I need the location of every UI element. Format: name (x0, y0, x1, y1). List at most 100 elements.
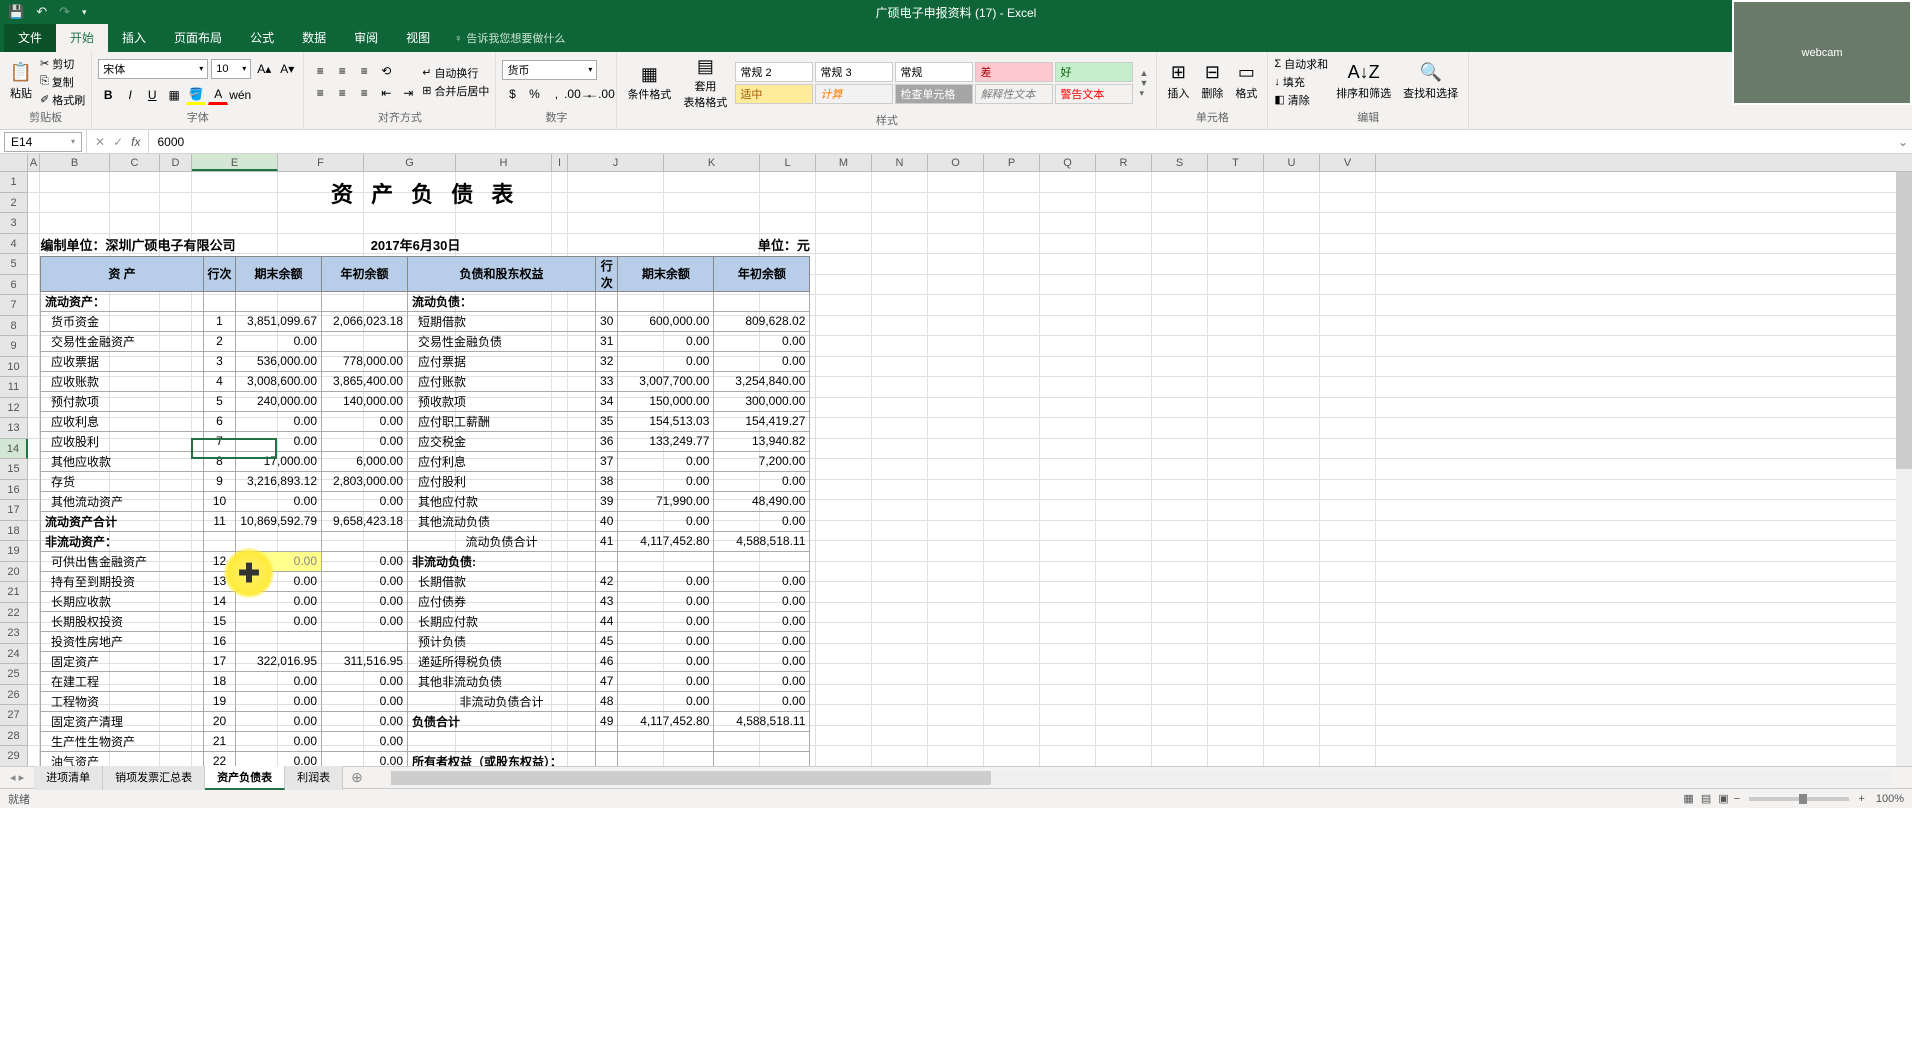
zoom-slider-thumb[interactable] (1799, 794, 1807, 804)
sheet-tab-1[interactable]: 销项发票汇总表 (103, 766, 205, 790)
row-num-l[interactable]: 3 (204, 351, 236, 371)
begin-balance-r[interactable]: 0.00 (714, 351, 810, 371)
liab-label[interactable]: 应付票据 (408, 351, 596, 371)
row-num-l[interactable] (204, 531, 236, 551)
asset-label[interactable]: 工程物资 (41, 691, 204, 711)
end-balance-l[interactable]: 0.00 (236, 731, 322, 751)
begin-balance-l[interactable]: 0.00 (322, 671, 408, 691)
delete-cells-button[interactable]: ⊟删除 (1197, 61, 1227, 103)
liab-label[interactable]: 负债合计 (408, 711, 596, 731)
begin-balance-r[interactable]: 0.00 (714, 511, 810, 531)
style-warn[interactable]: 警告文本 (1055, 84, 1133, 104)
view-normal-button[interactable]: ▦ (1683, 793, 1693, 805)
tab-layout[interactable]: 页面布局 (160, 23, 236, 52)
end-balance-l[interactable] (236, 291, 322, 311)
begin-balance-l[interactable]: 0.00 (322, 691, 408, 711)
fill-color-button[interactable]: 🪣 (186, 85, 206, 105)
begin-balance-l[interactable]: 0.00 (322, 611, 408, 631)
col-header-C[interactable]: C (110, 154, 160, 171)
row-num-l[interactable]: 1 (204, 311, 236, 331)
row-num-l[interactable]: 22 (204, 751, 236, 766)
begin-balance-l[interactable]: 0.00 (322, 731, 408, 751)
end-balance-r[interactable]: 600,000.00 (618, 311, 714, 331)
end-balance-l[interactable]: 240,000.00 (236, 391, 322, 411)
style-normal[interactable]: 常规 (895, 62, 973, 82)
begin-balance-r[interactable] (714, 731, 810, 751)
format-cells-button[interactable]: ▭格式 (1231, 61, 1261, 103)
end-balance-l[interactable]: 3,008,600.00 (236, 371, 322, 391)
decrease-decimal-button[interactable]: ←.00 (590, 84, 610, 104)
row-header-11[interactable]: 11 (0, 377, 28, 398)
row-header-19[interactable]: 19 (0, 541, 28, 562)
begin-balance-l[interactable]: 3,865,400.00 (322, 371, 408, 391)
begin-balance-r[interactable]: 0.00 (714, 671, 810, 691)
tab-insert[interactable]: 插入 (108, 23, 160, 52)
align-top-button[interactable]: ≡ (310, 61, 330, 81)
end-balance-l[interactable]: 17,000.00 (236, 451, 322, 471)
asset-label[interactable]: 非流动资产： (41, 531, 204, 551)
asset-label[interactable]: 应收票据 (41, 351, 204, 371)
style-ok[interactable]: 适中 (735, 84, 813, 104)
merge-center-button[interactable]: ⊞合并后居中 (422, 83, 489, 99)
begin-balance-l[interactable]: 2,066,023.18 (322, 311, 408, 331)
row-num-l[interactable]: 20 (204, 711, 236, 731)
col-header-O[interactable]: O (928, 154, 984, 171)
begin-balance-l[interactable]: 311,516.95 (322, 651, 408, 671)
end-balance-r[interactable]: 71,990.00 (618, 491, 714, 511)
sheet-tab-3[interactable]: 利润表 (285, 766, 343, 790)
fill-button[interactable]: ↓填充 (1274, 74, 1328, 90)
begin-balance-l[interactable]: 2,803,000.00 (322, 471, 408, 491)
begin-balance-l[interactable] (322, 291, 408, 311)
end-balance-r[interactable]: 4,117,452.80 (618, 711, 714, 731)
row-header-13[interactable]: 13 (0, 418, 28, 439)
style-good[interactable]: 好 (1055, 62, 1133, 82)
row-num-r[interactable]: 47 (596, 671, 618, 691)
row-num-l[interactable]: 15 (204, 611, 236, 631)
col-header-F[interactable]: F (278, 154, 364, 171)
end-balance-r[interactable]: 0.00 (618, 671, 714, 691)
style-explain[interactable]: 解释性文本 (975, 84, 1053, 104)
end-balance-l[interactable]: 3,216,893.12 (236, 471, 322, 491)
end-balance-l[interactable]: 10,869,592.79 (236, 511, 322, 531)
asset-label[interactable]: 在建工程 (41, 671, 204, 691)
row-num-r[interactable]: 40 (596, 511, 618, 531)
col-header-T[interactable]: T (1208, 154, 1264, 171)
row-num-r[interactable]: 41 (596, 531, 618, 551)
col-header-V[interactable]: V (1320, 154, 1376, 171)
col-header-E[interactable]: E (192, 154, 278, 171)
row-header-25[interactable]: 25 (0, 664, 28, 685)
view-page-button[interactable]: ▤ (1701, 793, 1711, 805)
asset-label[interactable]: 货币资金 (41, 311, 204, 331)
end-balance-r[interactable]: 0.00 (618, 331, 714, 351)
row-num-r[interactable]: 46 (596, 651, 618, 671)
font-size-select[interactable]: 10▾ (211, 59, 251, 79)
begin-balance-l[interactable]: 0.00 (322, 411, 408, 431)
row-header-9[interactable]: 9 (0, 336, 28, 357)
end-balance-l[interactable]: 0.00 (236, 411, 322, 431)
end-balance-l[interactable]: 0.00 (236, 671, 322, 691)
liab-label[interactable]: 非流动负债合计 (408, 691, 596, 711)
end-balance-r[interactable] (618, 551, 714, 571)
find-select-button[interactable]: 🔍查找和选择 (1399, 61, 1462, 103)
paste-button[interactable]: 📋 粘贴 (6, 61, 36, 103)
begin-balance-l[interactable]: 0.00 (322, 591, 408, 611)
tab-formula[interactable]: 公式 (236, 23, 288, 52)
begin-balance-l[interactable]: 0.00 (322, 571, 408, 591)
gallery-scroll[interactable]: ▲▼▾ (1137, 68, 1150, 99)
col-header-A[interactable]: A (28, 154, 40, 171)
row-num-r[interactable]: 38 (596, 471, 618, 491)
row-num-r[interactable]: 34 (596, 391, 618, 411)
liab-label[interactable]: 其他非流动负债 (408, 671, 596, 691)
tab-review[interactable]: 审阅 (340, 23, 392, 52)
end-balance-r[interactable]: 0.00 (618, 571, 714, 591)
col-header-M[interactable]: M (816, 154, 872, 171)
liab-label[interactable]: 其他流动负债 (408, 511, 596, 531)
phonetic-button[interactable]: wén (230, 85, 250, 105)
begin-balance-r[interactable]: 300,000.00 (714, 391, 810, 411)
row-num-l[interactable]: 18 (204, 671, 236, 691)
end-balance-r[interactable]: 3,007,700.00 (618, 371, 714, 391)
row-num-r[interactable] (596, 731, 618, 751)
end-balance-l[interactable]: 0.00 (236, 331, 322, 351)
row-num-l[interactable]: 10 (204, 491, 236, 511)
tab-view[interactable]: 视图 (392, 23, 444, 52)
